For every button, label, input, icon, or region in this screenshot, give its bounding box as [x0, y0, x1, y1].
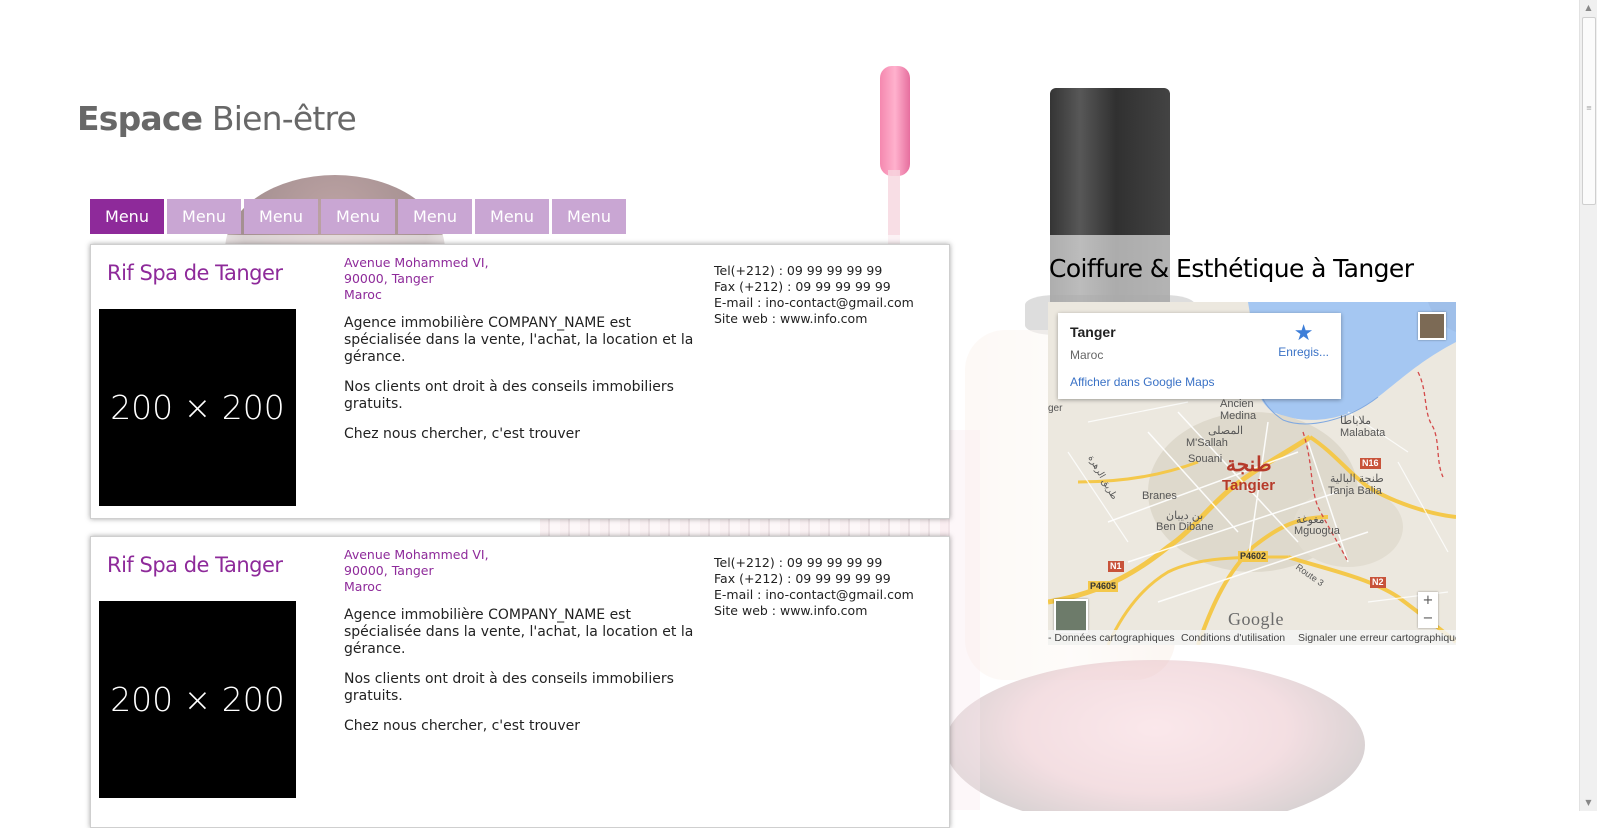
road-shield-n1: N1 [1108, 561, 1124, 572]
map-label-city: Tangier [1222, 477, 1276, 494]
zoom-in-button[interactable]: + [1418, 592, 1438, 610]
description-paragraph: Chez nous chercher, c'est trouver [344, 426, 581, 442]
nav-item-menu-7[interactable]: Menu [552, 199, 626, 234]
site-title-bold: Espace [77, 99, 203, 138]
map-footer: - Données cartographiques Conditions d'u… [1048, 630, 1456, 645]
road-shield-n2: N2 [1370, 577, 1386, 588]
scrollbar-grip-icon: ≡ [1586, 104, 1592, 112]
map-label-ancien: Ancien [1220, 398, 1254, 410]
nav-item-menu-2[interactable]: Menu [167, 199, 241, 234]
map-info-window: Tanger Maroc Afficher dans Google Maps ★… [1058, 313, 1341, 399]
scroll-down-arrow-icon[interactable]: ▼ [1580, 795, 1597, 811]
contact-fax: Fax (+212) : 09 99 99 99 99 [714, 571, 891, 586]
satellite-view-toggle[interactable] [1054, 599, 1088, 633]
nav-item-menu-5[interactable]: Menu [398, 199, 472, 234]
zoom-out-button[interactable]: − [1418, 610, 1438, 628]
listing-card: Rif Spa de Tanger 200 × 200 Avenue Moham… [90, 244, 950, 519]
address-line: Avenue Mohammed VI, [344, 547, 489, 562]
user-avatar[interactable] [1418, 312, 1446, 340]
embedded-google-map[interactable]: Ancien Medina المصلى M'Sallah Souani طنج… [1048, 302, 1456, 645]
nav-item-menu-1[interactable]: Menu [90, 199, 164, 234]
listing-description: Agence immobilière COMPANY_NAME est spéc… [344, 315, 694, 456]
contact-fax: Fax (+212) : 09 99 99 99 99 [714, 279, 891, 294]
map-label-bendibane: Ben Dibane [1156, 521, 1214, 533]
description-paragraph: Chez nous chercher, c'est trouver [344, 718, 581, 734]
map-label-ger: ger [1048, 403, 1063, 414]
map-place-country: Maroc [1070, 348, 1104, 362]
main-nav: Menu Menu Menu Menu Menu Menu Menu [90, 199, 626, 234]
contact-email: E-mail : ino-contact@gmail.com [714, 295, 914, 310]
contact-tel: Tel(+212) : 09 99 99 99 99 [714, 263, 883, 278]
description-paragraph: Agence immobilière COMPANY_NAME est spéc… [344, 315, 694, 365]
google-logo: Google [1228, 609, 1284, 629]
contact-website: Site web : www.info.com [714, 603, 868, 618]
open-in-google-maps-link[interactable]: Afficher dans Google Maps [1070, 375, 1215, 389]
nav-item-menu-6[interactable]: Menu [475, 199, 549, 234]
road-shield-n16: N16 [1360, 458, 1381, 469]
scrollbar-thumb[interactable]: ≡ [1582, 17, 1596, 205]
address-line: 90000, Tanger [344, 271, 434, 286]
road-shield-p4602: P4602 [1238, 551, 1269, 562]
map-label-msallah: M'Sallah [1186, 437, 1228, 449]
map-label-city-arabic: طنجة [1226, 454, 1272, 476]
map-label-branes: Branes [1142, 490, 1177, 502]
map-label-souani: Souani [1188, 453, 1223, 465]
terms-of-use-link[interactable]: Conditions d'utilisation [1181, 632, 1285, 644]
zoom-control: + − [1418, 592, 1438, 628]
address-line: Maroc [344, 579, 382, 594]
listing-address: Avenue Mohammed VI, 90000, Tanger Maroc [344, 547, 489, 595]
listing-thumbnail-placeholder: 200 × 200 [99, 601, 296, 798]
listing-contact: Tel(+212) : 09 99 99 99 99 Fax (+212) : … [714, 263, 914, 327]
description-paragraph: Nos clients ont droit à des conseils imm… [344, 671, 674, 704]
contact-website: Site web : www.info.com [714, 311, 868, 326]
map-label-malabata: Malabata [1340, 427, 1386, 439]
map-label-medina: Medina [1220, 410, 1257, 422]
road-shield-p4605: P4605 [1088, 581, 1119, 592]
save-place-label: Enregis... [1278, 345, 1329, 359]
listing-thumbnail-placeholder: 200 × 200 [99, 309, 296, 506]
sidebar-title: Coiffure & Esthétique à Tanger [1049, 254, 1414, 283]
map-label-tanjabalia-ar: طنجة البالية [1330, 473, 1384, 485]
map-label-tanjabalia: Tanja Balia [1328, 485, 1382, 497]
contact-tel: Tel(+212) : 09 99 99 99 99 [714, 555, 883, 570]
lip-gloss-graphic [880, 66, 910, 176]
save-place-button[interactable]: ★ Enregis... [1278, 320, 1329, 360]
listing-address: Avenue Mohammed VI, 90000, Tanger Maroc [344, 255, 489, 303]
map-data-link[interactable]: - Données cartographiques [1048, 632, 1175, 644]
page-scrollbar[interactable]: ▲ ≡ ▼ [1579, 0, 1597, 811]
map-label-msallah-ar: المصلى [1208, 425, 1244, 437]
site-title-light: Bien-être [211, 99, 357, 138]
listing-contact: Tel(+212) : 09 99 99 99 99 Fax (+212) : … [714, 555, 914, 619]
address-line: 90000, Tanger [344, 563, 434, 578]
nav-item-menu-3[interactable]: Menu [244, 199, 318, 234]
listing-name[interactable]: Rif Spa de Tanger [107, 261, 283, 285]
address-line: Avenue Mohammed VI, [344, 255, 489, 270]
listing-name[interactable]: Rif Spa de Tanger [107, 553, 283, 577]
description-paragraph: Agence immobilière COMPANY_NAME est spéc… [344, 607, 694, 657]
address-line: Maroc [344, 287, 382, 302]
scroll-up-arrow-icon[interactable]: ▲ [1580, 0, 1597, 16]
map-label-malabata-ar: ملاباطا [1340, 415, 1371, 427]
listing-card: Rif Spa de Tanger 200 × 200 Avenue Moham… [90, 536, 950, 828]
map-place-name: Tanger [1070, 324, 1116, 340]
site-title: Espace Bien-être [77, 99, 357, 138]
description-paragraph: Nos clients ont droit à des conseils imm… [344, 379, 674, 412]
map-label-mguogua: Mguogua [1294, 525, 1340, 537]
listing-description: Agence immobilière COMPANY_NAME est spéc… [344, 607, 694, 748]
star-icon: ★ [1293, 320, 1314, 345]
contact-email: E-mail : ino-contact@gmail.com [714, 587, 914, 602]
report-map-error-link[interactable]: Signaler une erreur cartographique [1298, 632, 1456, 644]
nav-item-menu-4[interactable]: Menu [321, 199, 395, 234]
